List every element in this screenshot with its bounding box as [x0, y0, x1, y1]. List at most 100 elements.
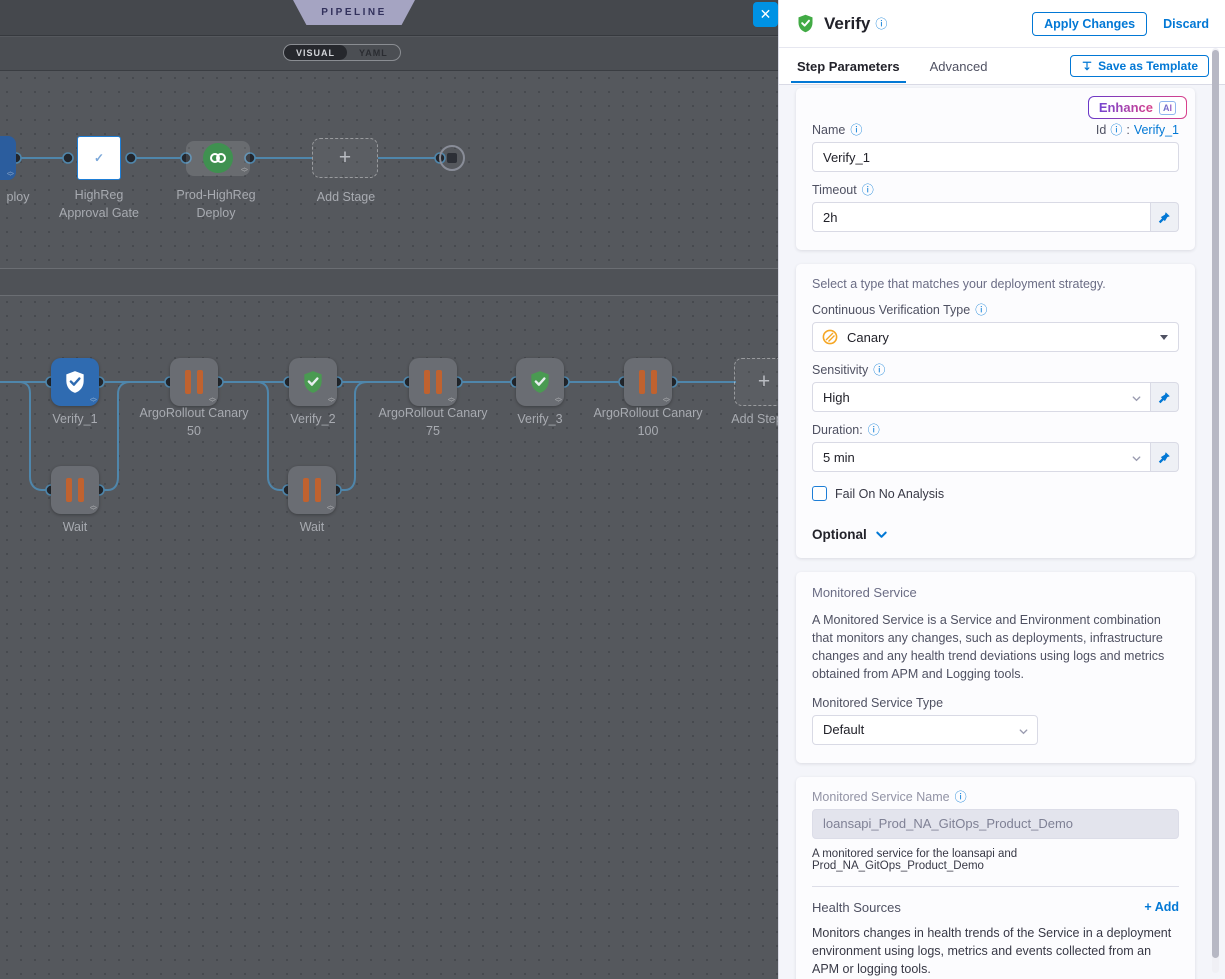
close-panel-button[interactable]: ✕ [753, 2, 778, 27]
canary-icon [822, 329, 838, 350]
stop-icon [447, 153, 457, 163]
fail-on-no-analysis-label: Fail On No Analysis [835, 487, 944, 501]
card-verification-settings: Select a type that matches your deployme… [796, 264, 1195, 558]
gitops-icon[interactable] [203, 143, 233, 173]
monitored-service-name-input [812, 809, 1179, 839]
optional-section-toggle[interactable]: Optional [812, 527, 1179, 542]
pipeline-end-node [439, 145, 465, 171]
stage-node-deploy-partial[interactable]: <> [0, 136, 16, 180]
step-node-verify-2[interactable]: <> [289, 358, 337, 406]
node-badge-icon: <> [555, 397, 561, 404]
node-badge-icon: <> [327, 505, 333, 512]
info-icon[interactable]: ⓘ [1110, 124, 1122, 136]
verify-shield-icon [795, 13, 816, 34]
panel-scrollbar[interactable] [1212, 48, 1219, 973]
fail-on-no-analysis-checkbox[interactable] [812, 486, 827, 501]
step-label: Wait [252, 518, 372, 536]
plus-icon: + [339, 146, 351, 170]
node-badge-icon: <> [663, 397, 669, 404]
panel-body: Enhance AI Nameⓘ Id ⓘ : Verify_1 [779, 85, 1225, 979]
enhance-ai-badge: AI [1159, 101, 1176, 115]
apply-changes-button[interactable]: Apply Changes [1032, 12, 1147, 36]
card-monitored-service: Monitored Service A Monitored Service is… [796, 572, 1195, 763]
step-label: Verify_3 [480, 410, 600, 428]
monitored-service-heading: Monitored Service [812, 585, 1179, 600]
stage-label: Prod-HighReg Deploy [168, 186, 264, 222]
duration-select[interactable] [812, 442, 1151, 472]
name-input[interactable] [812, 142, 1179, 172]
id-value-link[interactable]: Verify_1 [1134, 123, 1179, 137]
health-sources-heading: Health Sources [812, 900, 901, 915]
pause-icon [639, 370, 657, 394]
node-badge-icon: <> [328, 397, 334, 404]
cv-type-select[interactable] [812, 322, 1179, 352]
step-config-panel: Verify ⓘ Apply Changes Discard Step Para… [778, 0, 1225, 979]
node-badge-icon: <> [7, 171, 13, 178]
monitored-service-name-label: Monitored Service Nameⓘ [812, 790, 967, 804]
node-badge-icon: <> [90, 397, 96, 404]
pin-icon [1158, 211, 1171, 224]
sensitivity-select[interactable] [812, 382, 1151, 412]
stage-node-approval-gate[interactable]: ✓ [77, 136, 121, 180]
info-icon[interactable]: ⓘ [873, 364, 885, 376]
close-icon: ✕ [760, 6, 772, 22]
id-label: Id ⓘ : Verify_1 [1096, 123, 1179, 137]
add-step-button[interactable]: + [734, 358, 778, 406]
save-as-template-button[interactable]: Save as Template [1070, 55, 1209, 77]
step-label: ArgoRollout Canary 100 [588, 404, 708, 440]
step-node-verify-1[interactable]: <> [51, 358, 99, 406]
info-icon[interactable]: ⓘ [875, 18, 887, 30]
strategy-hint: Select a type that matches your deployme… [812, 277, 1179, 291]
enhance-button[interactable]: Enhance AI [1088, 96, 1187, 119]
add-health-source-link[interactable]: + Add [1144, 900, 1179, 914]
pause-icon [303, 478, 321, 502]
discard-link[interactable]: Discard [1163, 17, 1209, 31]
health-sources-description: Monitors changes in health trends of the… [812, 924, 1179, 978]
step-label: ArgoRollout Canary 75 [373, 404, 493, 440]
pipeline-canvas-region: PIPELINE STUDIO VISUAL YAML [0, 0, 778, 979]
card-health-sources: Monitored Service Nameⓘ A monitored serv… [796, 777, 1195, 979]
pause-icon [185, 370, 203, 394]
info-icon[interactable]: ⓘ [975, 304, 987, 316]
monitored-service-description: A Monitored Service is a Service and Env… [812, 611, 1179, 684]
add-stage-button[interactable]: + [312, 138, 378, 178]
timeout-input[interactable] [812, 202, 1151, 232]
step-node-argorollout-canary-75[interactable]: <> [409, 358, 457, 406]
duration-pin-button[interactable] [1151, 442, 1179, 472]
monitored-service-type-label: Monitored Service Type [812, 696, 943, 710]
tab-advanced[interactable]: Advanced [928, 50, 990, 82]
monitored-service-type-select[interactable] [812, 715, 1038, 745]
stage-label: HighReg Approval Gate [54, 186, 144, 222]
panel-tabbar: Step Parameters Advanced Save as Templat… [779, 48, 1225, 85]
stage-label: ploy [0, 188, 42, 206]
panel-header: Verify ⓘ Apply Changes Discard [779, 0, 1225, 48]
step-label: Wait [15, 518, 135, 536]
sensitivity-pin-button[interactable] [1151, 382, 1179, 412]
info-icon[interactable]: ⓘ [955, 791, 967, 803]
tab-step-parameters[interactable]: Step Parameters [795, 50, 902, 82]
step-label: Verify_1 [15, 410, 135, 428]
step-node-wait-1[interactable]: <> [51, 466, 99, 514]
optional-chevron-icon [875, 528, 888, 541]
step-label: ArgoRollout Canary 50 [134, 404, 254, 440]
pipeline-studio-app: PIPELINE STUDIO VISUAL YAML [0, 0, 1225, 979]
divider [812, 886, 1179, 887]
scrollbar-thumb[interactable] [1212, 50, 1219, 958]
node-badge-icon: <> [90, 505, 96, 512]
node-badge-icon: <> [241, 167, 247, 174]
info-icon[interactable]: ⓘ [850, 124, 862, 136]
info-icon[interactable]: ⓘ [868, 424, 880, 436]
step-node-argorollout-canary-50[interactable]: <> [170, 358, 218, 406]
step-node-verify-3[interactable]: <> [516, 358, 564, 406]
step-node-argorollout-canary-100[interactable]: <> [624, 358, 672, 406]
step-node-wait-2[interactable]: <> [288, 466, 336, 514]
info-icon[interactable]: ⓘ [862, 184, 874, 196]
stage-label: Add Stage [309, 188, 383, 206]
pause-icon [424, 370, 442, 394]
save-template-icon [1081, 60, 1093, 72]
pin-icon [1158, 451, 1171, 464]
timeout-label: Timeoutⓘ [812, 183, 874, 197]
panel-title: Verify [824, 14, 870, 34]
verify-shield-icon [62, 369, 88, 395]
timeout-pin-button[interactable] [1151, 202, 1179, 232]
